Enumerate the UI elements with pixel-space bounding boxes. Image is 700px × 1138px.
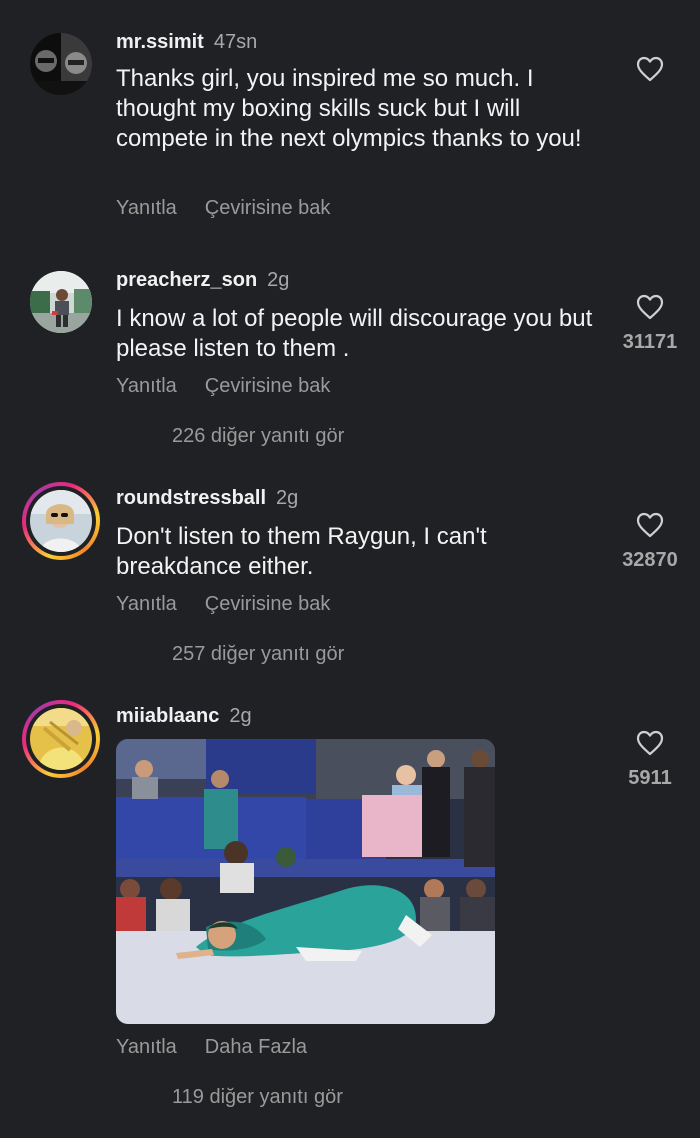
- comment-text: Don't listen to them Raygun, I can't bre…: [116, 523, 487, 580]
- gif-image: [116, 739, 495, 1024]
- avatar[interactable]: [22, 700, 100, 778]
- see-translation-button[interactable]: Çevirisine bak: [205, 375, 331, 397]
- heart-outline-icon: [636, 56, 664, 82]
- view-replies-link[interactable]: 226 diğer yanıtı gör: [172, 424, 344, 448]
- comment-actions: Yanıtla Daha Fazla: [116, 1035, 307, 1059]
- comment-actions: Yanıtla Çevirisine bak: [116, 592, 330, 616]
- comment-actions: Yanıtla Çevirisine bak: [116, 196, 330, 220]
- like-count: 5911: [628, 767, 672, 789]
- gif-breakdance-olympics[interactable]: [116, 739, 495, 1024]
- heart-outline-icon: [636, 730, 664, 756]
- comment-header: roundstressball 2g: [116, 486, 298, 510]
- see-translation-button[interactable]: Çevirisine bak: [205, 197, 331, 219]
- reply-button[interactable]: Yanıtla: [116, 1036, 177, 1058]
- like-button[interactable]: [600, 56, 700, 82]
- comment-text: I know a lot of people will discourage y…: [116, 305, 593, 362]
- avatar[interactable]: [30, 33, 92, 95]
- avatar-image: [30, 271, 92, 333]
- heart-outline-icon: [636, 512, 664, 538]
- comment-header: preacherz_son 2g: [116, 268, 289, 292]
- reply-button[interactable]: Yanıtla: [116, 593, 177, 615]
- reply-button[interactable]: Yanıtla: [116, 375, 177, 397]
- username[interactable]: miiablaanc: [116, 705, 219, 727]
- like-button[interactable]: 5911: [600, 730, 700, 790]
- see-translation-button[interactable]: Çevirisine bak: [205, 593, 331, 615]
- like-button[interactable]: 32870: [600, 512, 700, 572]
- like-button[interactable]: 31171: [600, 294, 700, 354]
- timestamp: 2g: [267, 269, 290, 291]
- like-count: 31171: [622, 331, 678, 353]
- view-replies-link[interactable]: 257 diğer yanıtı gör: [172, 642, 344, 666]
- avatar-image: [30, 708, 92, 770]
- avatar[interactable]: [30, 271, 92, 333]
- comment-actions: Yanıtla Çevirisine bak: [116, 374, 330, 398]
- timestamp: 2g: [276, 487, 299, 509]
- comment-header: mr.ssimit 47sn: [116, 30, 257, 54]
- reply-button[interactable]: Yanıtla: [116, 197, 177, 219]
- timestamp: 47sn: [213, 31, 258, 53]
- avatar-image: [30, 490, 92, 552]
- username[interactable]: mr.ssimit: [116, 31, 204, 53]
- comment-text: Thanks girl, you inspired me so much. I …: [116, 65, 582, 152]
- view-replies-link[interactable]: 119 diğer yanıtı gör: [172, 1085, 343, 1109]
- like-count: 32870: [622, 549, 678, 571]
- comment-header: miiablaanc 2g: [116, 704, 252, 728]
- timestamp: 2g: [229, 705, 252, 727]
- heart-outline-icon: [636, 294, 664, 320]
- username[interactable]: preacherz_son: [116, 269, 257, 291]
- avatar[interactable]: [22, 482, 100, 560]
- avatar-image: [30, 33, 92, 95]
- username[interactable]: roundstressball: [116, 487, 266, 509]
- more-button[interactable]: Daha Fazla: [205, 1036, 307, 1058]
